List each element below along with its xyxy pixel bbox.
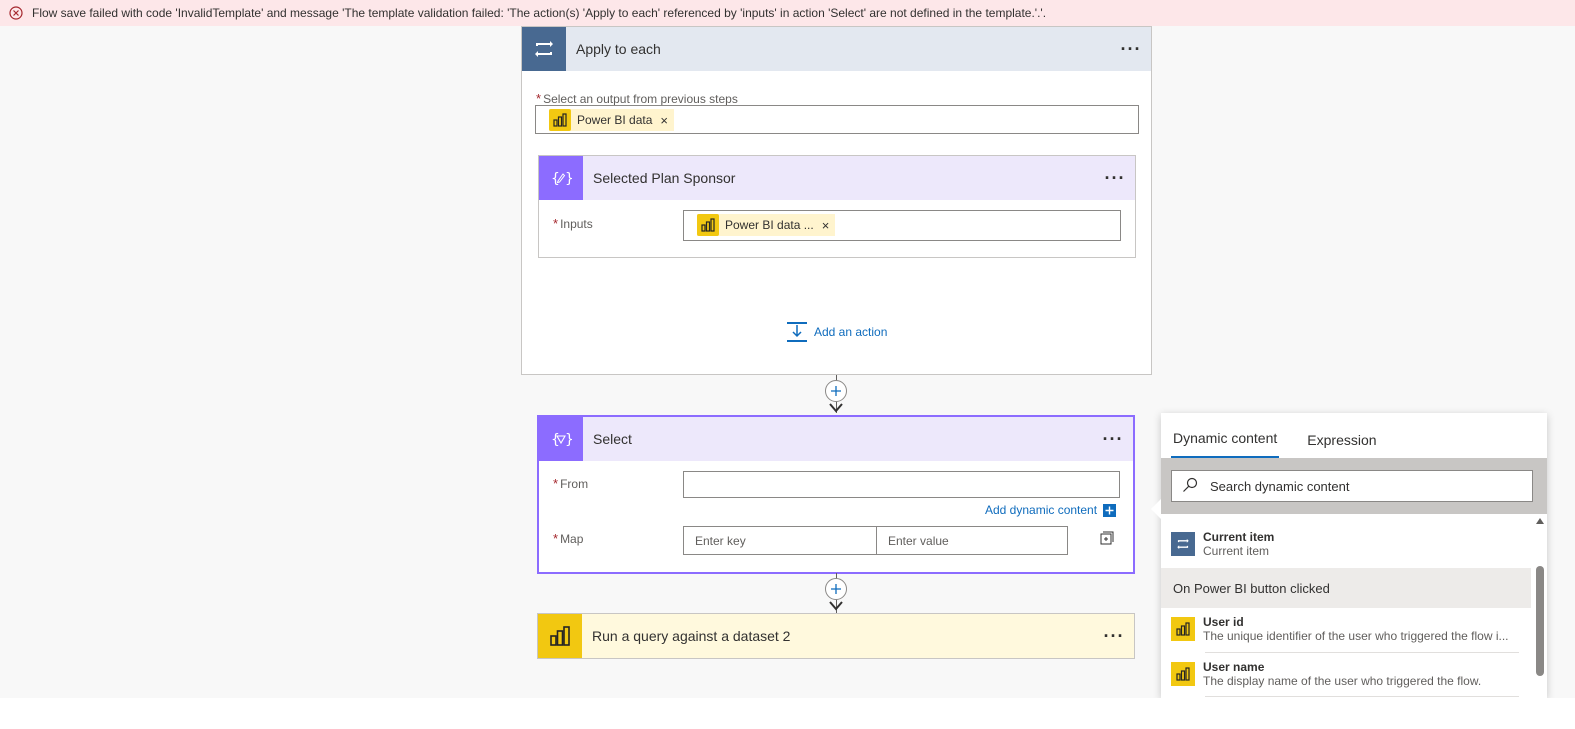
add-an-action-label: Add an action — [814, 325, 888, 339]
search-dynamic-content-input[interactable]: Search dynamic content — [1171, 470, 1533, 502]
power-bi-icon — [549, 109, 571, 131]
run-query-card: Run a query against a dataset 2 ··· — [537, 613, 1135, 659]
power-bi-icon — [1171, 617, 1195, 641]
power-bi-icon — [538, 614, 582, 658]
svg-text:{: { — [551, 171, 560, 187]
dynamic-content-panel: Dynamic content Expression Search dynami… — [1151, 413, 1547, 698]
apply-to-each-title: Apply to each — [576, 41, 661, 57]
search-placeholder: Search dynamic content — [1210, 478, 1350, 494]
map-value-input[interactable]: Enter value — [876, 526, 1068, 555]
list-item-name: Current item — [1203, 530, 1275, 544]
power-bi-data-token[interactable]: Power BI data × — [549, 109, 674, 131]
list-item-name: User id — [1203, 615, 1244, 629]
map-key-placeholder: Enter key — [695, 534, 746, 548]
power-bi-icon — [1171, 662, 1195, 686]
panel-pointer — [1151, 499, 1161, 519]
map-value-placeholder: Enter value — [888, 534, 949, 548]
tab-dynamic-content[interactable]: Dynamic content — [1171, 430, 1280, 458]
inputs-label: * Inputs — [553, 216, 593, 231]
token-remove-button[interactable]: × — [660, 113, 668, 128]
run-query-title: Run a query against a dataset 2 — [592, 628, 791, 644]
tab-expression[interactable]: Expression — [1305, 432, 1378, 458]
compose-icon: {} — [539, 156, 583, 200]
map-label: * Map — [553, 531, 584, 546]
panel-scrollbar[interactable] — [1533, 516, 1547, 698]
loop-icon — [522, 27, 566, 71]
scroll-up-icon[interactable] — [1536, 518, 1544, 524]
list-item-desc: The display name of the user who trigger… — [1203, 674, 1482, 688]
add-action-icon — [786, 321, 808, 343]
insert-step-button[interactable] — [825, 578, 847, 600]
loop-icon — [1171, 532, 1195, 556]
list-divider — [1205, 652, 1519, 653]
arrow-down-icon — [829, 403, 843, 413]
select-header[interactable]: {} Select ··· — [539, 417, 1133, 461]
svg-text:{: { — [551, 432, 560, 448]
arrow-down-icon — [829, 601, 843, 611]
selected-plan-sponsor-title: Selected Plan Sponsor — [593, 170, 736, 186]
token-label: Power BI data ... — [725, 218, 814, 232]
add-dynamic-content-button[interactable]: Add dynamic content — [985, 503, 1117, 517]
list-item-user-id[interactable]: User id The unique identifier of the use… — [1171, 611, 1519, 653]
apply-to-each-header[interactable]: Apply to each ··· — [522, 27, 1151, 71]
add-dynamic-content-label: Add dynamic content — [985, 503, 1098, 517]
error-message: Flow save failed with code 'InvalidTempl… — [32, 6, 1047, 20]
insert-step-button[interactable] — [825, 380, 847, 402]
search-icon — [1182, 477, 1198, 496]
scrollbar-thumb[interactable] — [1536, 566, 1544, 676]
select-title: Select — [593, 431, 632, 447]
list-item-current-item[interactable]: Current item Current item — [1171, 526, 1519, 568]
output-field[interactable]: Power BI data × — [535, 105, 1139, 134]
token-remove-button[interactable]: × — [822, 218, 830, 233]
token-label: Power BI data — [577, 113, 653, 127]
switch-map-mode-icon[interactable] — [1099, 530, 1115, 546]
error-banner: Flow save failed with code 'InvalidTempl… — [0, 0, 1575, 26]
selected-plan-sponsor-card: {} Selected Plan Sponsor ··· *Inputs Pow… — [538, 155, 1136, 258]
list-divider — [1205, 696, 1519, 697]
selected-plan-sponsor-header[interactable]: {} Selected Plan Sponsor ··· — [539, 156, 1135, 200]
select-card: {} Select ··· *From Add dynamic content … — [537, 415, 1135, 574]
list-item-desc: Current item — [1203, 544, 1270, 558]
power-bi-data-token[interactable]: Power BI data ... × — [697, 214, 836, 236]
error-icon — [8, 5, 24, 21]
svg-text:}: } — [565, 432, 572, 448]
from-field[interactable] — [683, 471, 1120, 498]
inputs-field[interactable]: Power BI data ... × — [683, 210, 1121, 241]
select-menu-button[interactable]: ··· — [1093, 430, 1133, 448]
panel-tabs: Dynamic content Expression — [1161, 413, 1547, 458]
selected-plan-sponsor-menu-button[interactable]: ··· — [1095, 169, 1135, 187]
add-an-action-button[interactable]: Add an action — [786, 321, 887, 343]
run-query-header[interactable]: Run a query against a dataset 2 ··· — [538, 614, 1134, 658]
search-area: Search dynamic content — [1161, 458, 1547, 514]
add-plus-icon — [1103, 503, 1117, 517]
map-key-input[interactable]: Enter key — [683, 526, 877, 555]
apply-to-each-card: Apply to each ··· * Select an output from… — [521, 26, 1152, 375]
list-item-user-name[interactable]: User name The display name of the user w… — [1171, 656, 1519, 698]
apply-to-each-menu-button[interactable]: ··· — [1111, 40, 1151, 58]
run-query-menu-button[interactable]: ··· — [1094, 627, 1134, 645]
from-label: * From — [553, 476, 589, 491]
section-header: On Power BI button clicked — [1161, 568, 1531, 608]
svg-text:}: } — [565, 171, 572, 187]
power-bi-icon — [697, 214, 719, 236]
list-item-name: User name — [1203, 660, 1265, 674]
select-action-icon: {} — [539, 417, 583, 461]
output-label: * Select an output from previous steps — [536, 91, 738, 106]
list-item-desc: The unique identifier of the user who tr… — [1203, 629, 1509, 643]
bottom-area — [0, 698, 1575, 729]
